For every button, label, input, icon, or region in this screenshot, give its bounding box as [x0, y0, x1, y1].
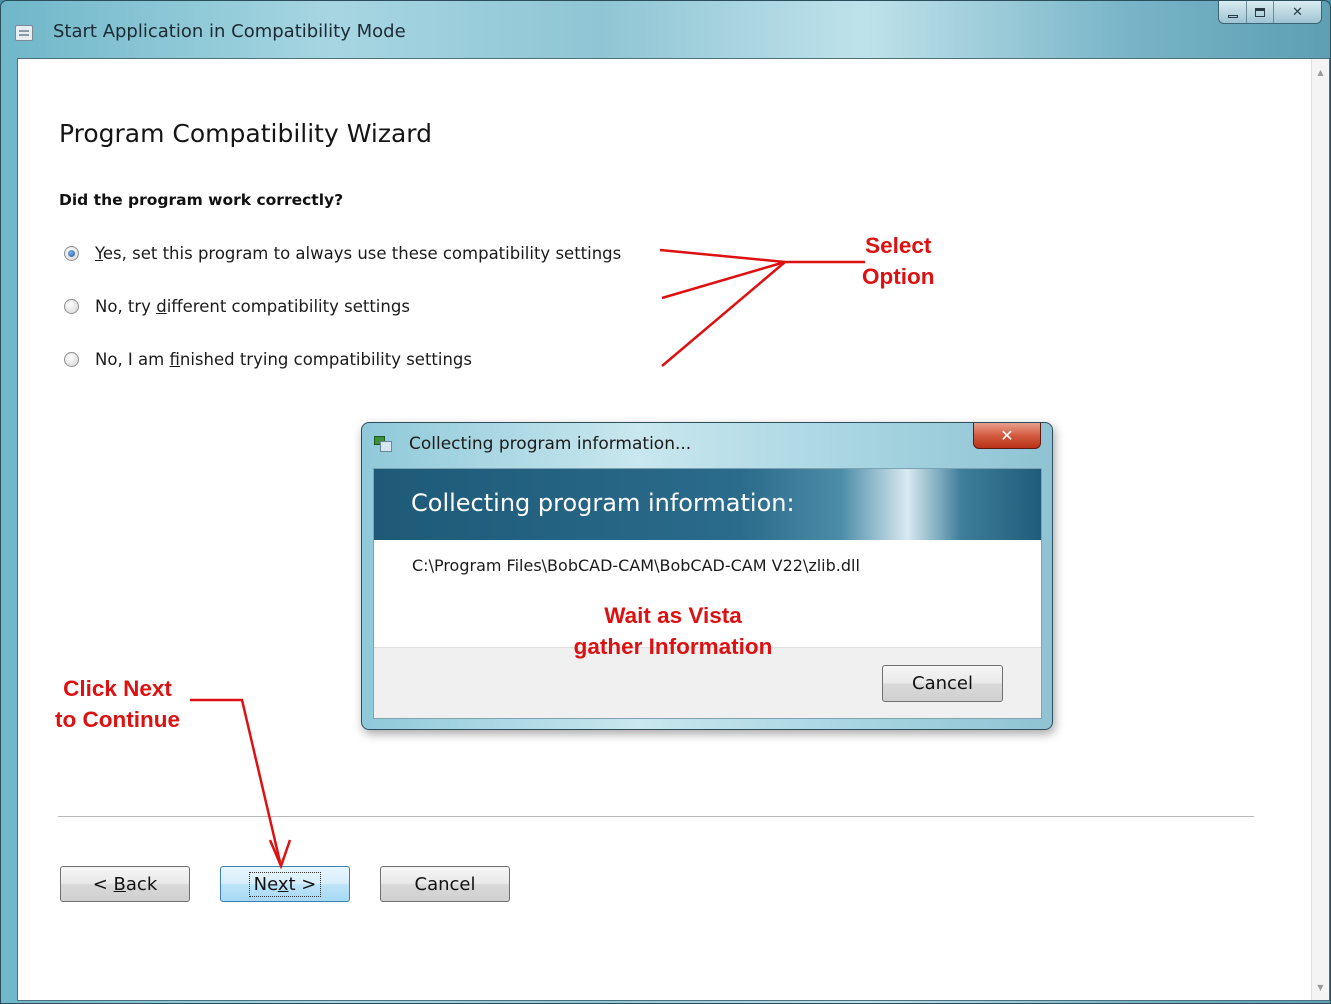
- minimize-icon: [1227, 14, 1238, 18]
- radio-yes[interactable]: [64, 246, 79, 261]
- maximize-button[interactable]: [1246, 1, 1273, 23]
- close-button[interactable]: ✕: [1273, 1, 1321, 23]
- option-label: No, I am finished trying compatibility s…: [95, 350, 473, 369]
- back-button[interactable]: < Back: [60, 866, 190, 902]
- option-label: No, try different compatibility settings: [95, 297, 410, 316]
- app-icon: [15, 25, 33, 41]
- next-button[interactable]: Next >: [220, 866, 350, 902]
- radio-finished[interactable]: [64, 352, 79, 367]
- dialog-cancel-button[interactable]: Cancel: [882, 665, 1003, 702]
- next-label: Next >: [248, 871, 322, 897]
- page-title: Program Compatibility Wizard: [59, 119, 432, 148]
- program-info-icon: [374, 436, 392, 452]
- option-finished[interactable]: No, I am finished trying compatibility s…: [64, 350, 472, 369]
- window-title: Start Application in Compatibility Mode: [53, 21, 406, 42]
- radio-try-different[interactable]: [64, 299, 79, 314]
- collecting-info-dialog: Collecting program information... ✕ Coll…: [361, 422, 1053, 730]
- dialog-cancel-label: Cancel: [912, 673, 973, 694]
- back-label: < Back: [92, 873, 158, 895]
- caption-buttons: ✕: [1218, 1, 1322, 24]
- banner-text: Collecting program information:: [411, 489, 795, 517]
- option-try-different[interactable]: No, try different compatibility settings: [64, 297, 410, 316]
- dialog-banner: Collecting program information:: [374, 469, 1041, 540]
- close-icon: ✕: [1000, 426, 1014, 445]
- dialog-title: Collecting program information...: [409, 434, 692, 454]
- option-label: Yes, set this program to always use thes…: [95, 244, 622, 263]
- dialog-close-button[interactable]: ✕: [973, 423, 1041, 449]
- file-path: C:\Program Files\BobCAD-CAM\BobCAD-CAM V…: [412, 556, 860, 575]
- close-icon: ✕: [1292, 4, 1303, 20]
- scroll-down-icon[interactable]: ▼: [1312, 978, 1329, 996]
- scroll-up-icon[interactable]: ▲: [1312, 63, 1329, 81]
- annotation-select-option: Select Option: [862, 233, 935, 289]
- cancel-label: Cancel: [414, 873, 476, 895]
- annotation-wait: Wait as Vista gather Information: [573, 603, 773, 659]
- divider: [58, 816, 1254, 817]
- vertical-scrollbar[interactable]: ▲ ▼: [1311, 59, 1329, 1000]
- minimize-button[interactable]: [1219, 1, 1246, 23]
- option-yes-keep-settings[interactable]: Yes, set this program to always use thes…: [64, 244, 621, 263]
- title-bar[interactable]: Start Application in Compatibility Mode …: [1, 1, 1330, 57]
- question-label: Did the program work correctly?: [59, 191, 344, 209]
- annotation-click-next: Click Next to Continue: [55, 676, 180, 732]
- cancel-button[interactable]: Cancel: [380, 866, 510, 902]
- dialog-body: Collecting program information: C:\Progr…: [373, 468, 1042, 719]
- maximize-icon: [1255, 7, 1265, 17]
